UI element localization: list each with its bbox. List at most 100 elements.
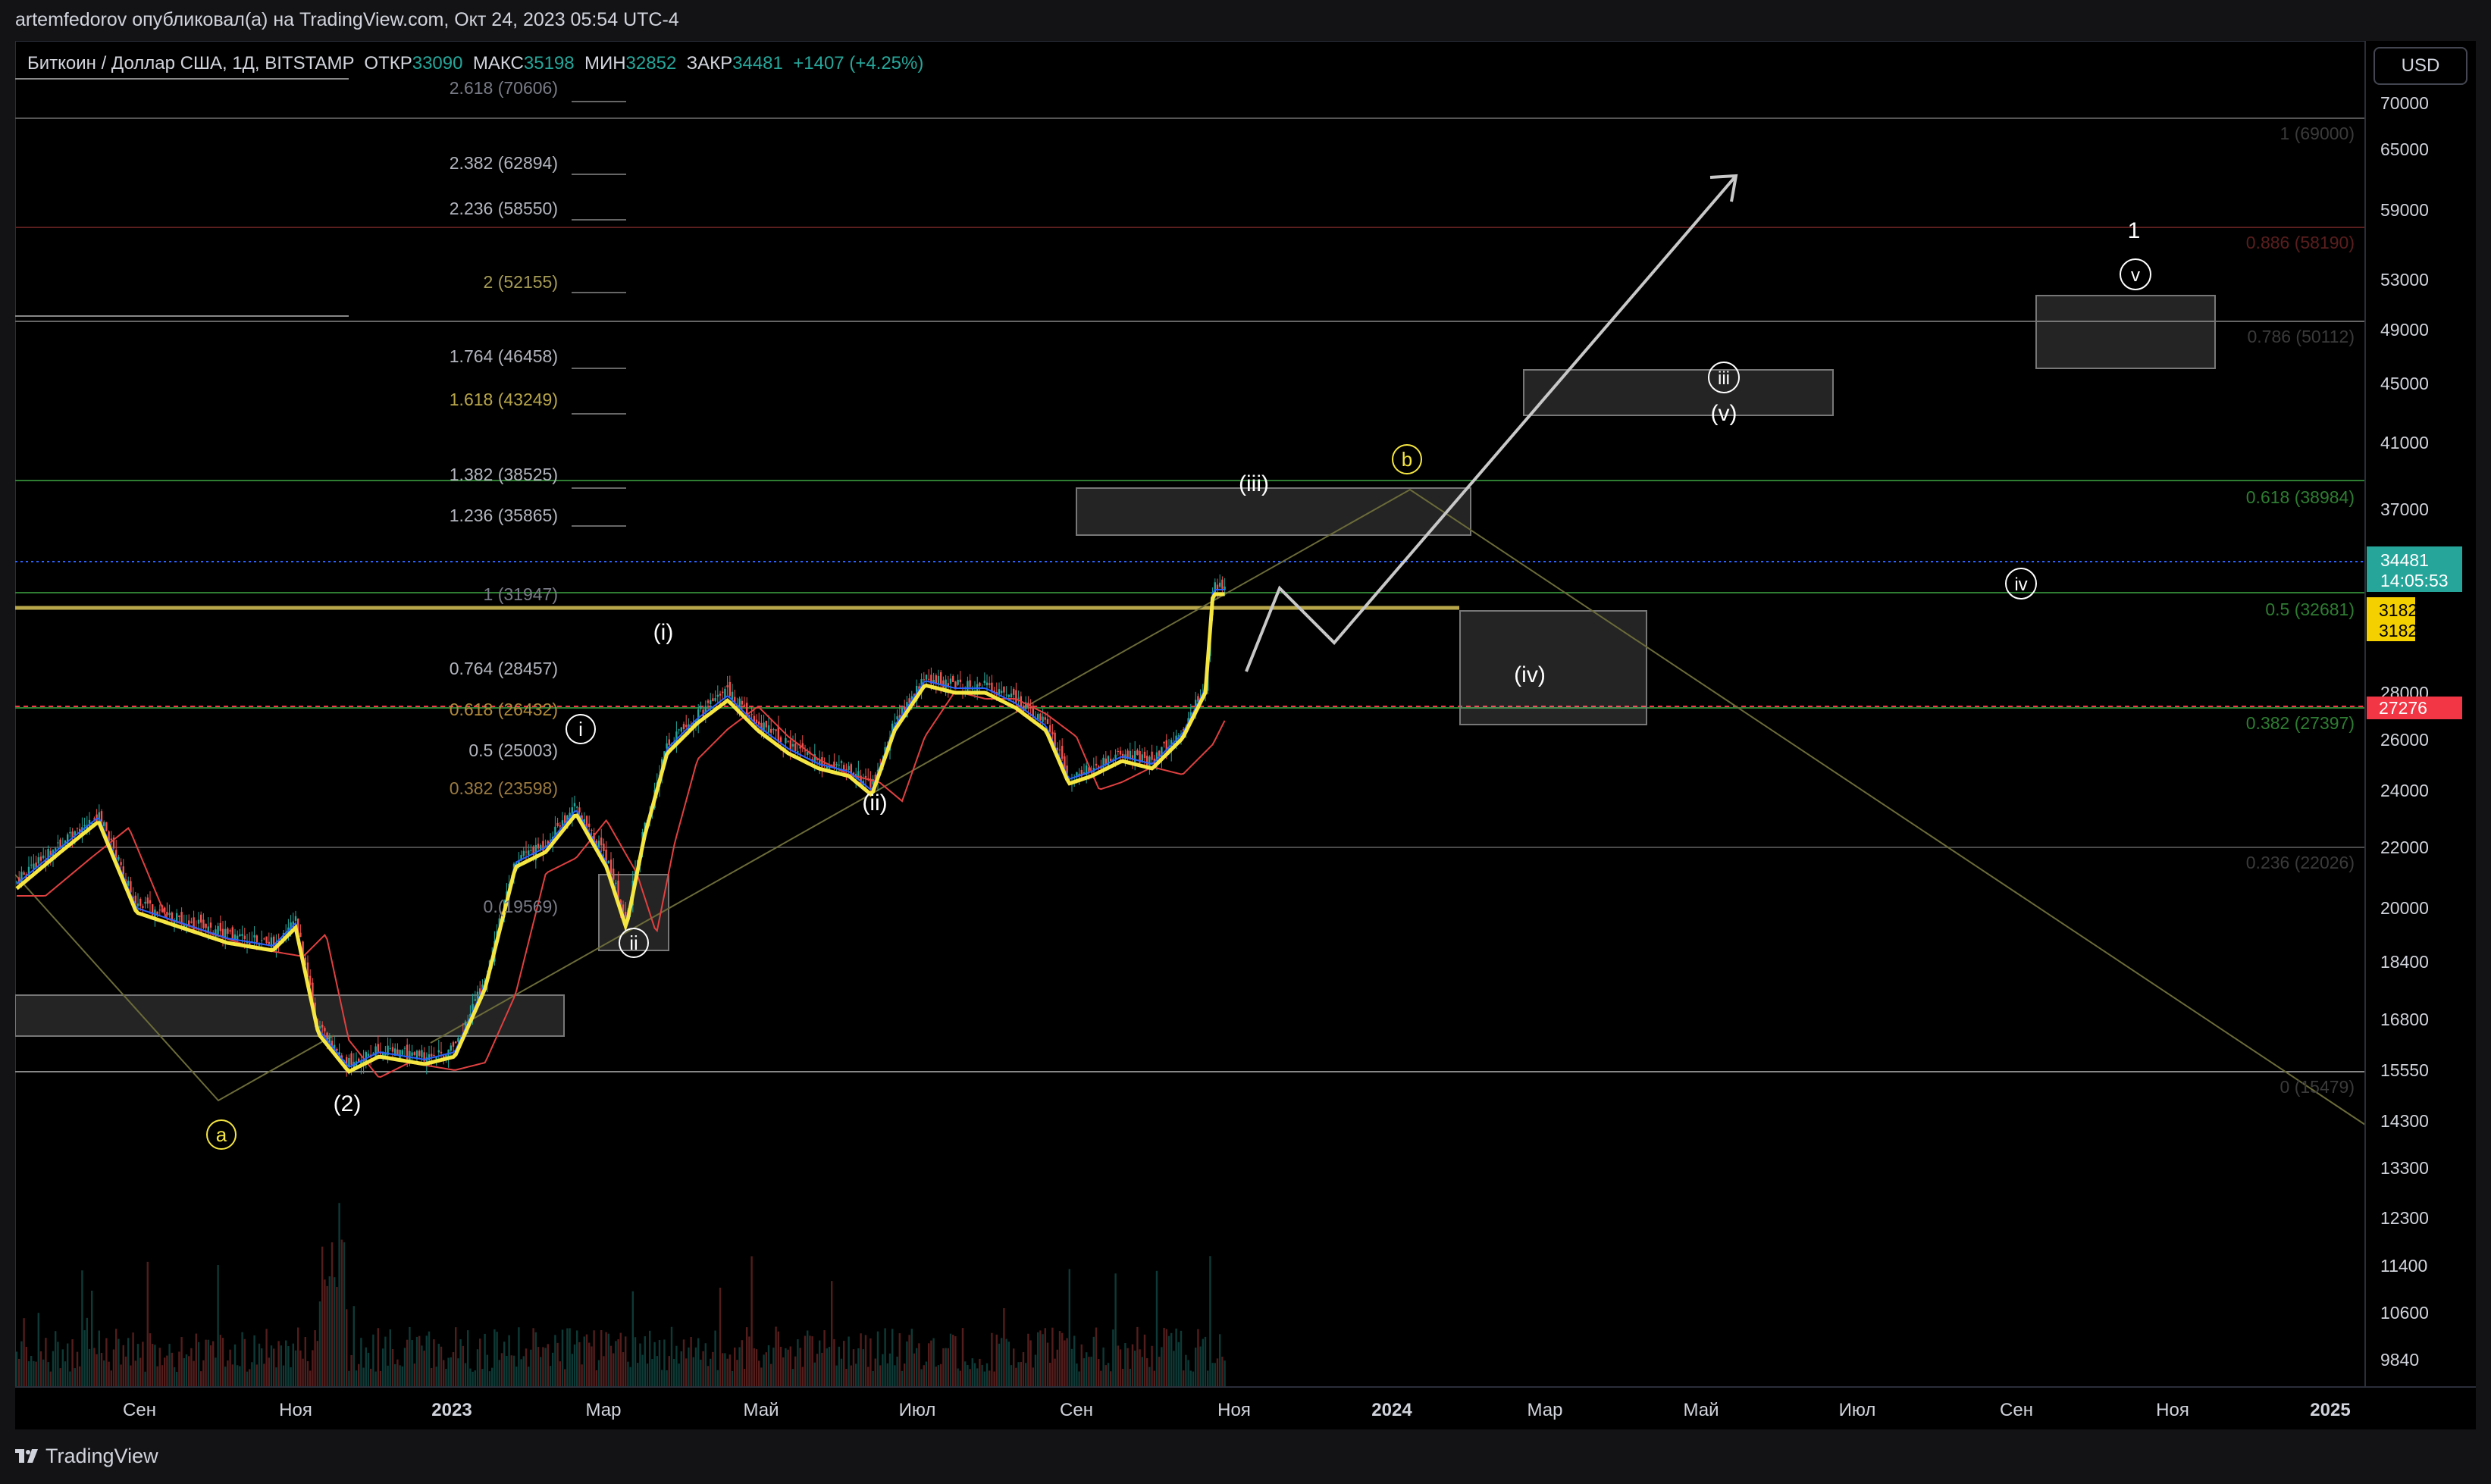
tradingview-logo[interactable]: TradingView [15,1445,158,1467]
volume-bar [350,1354,352,1387]
candle-body [530,850,532,851]
volume-bar [334,1277,336,1387]
volume-bar [613,1353,615,1387]
volume-bar [772,1348,775,1387]
fib-label: 0.5 (32681) [2265,600,2355,619]
candle-body [1117,751,1119,753]
volume-bar [1117,1345,1119,1387]
volume-bar [510,1355,512,1387]
volume-bar [704,1343,707,1387]
volume-bar [894,1365,896,1387]
candle-body [411,1052,413,1056]
volume-bar [649,1330,651,1387]
fib-label: 2.618 (70606) [450,78,558,98]
candle-body [719,693,722,696]
volume-bar [304,1336,306,1387]
volume-bar [457,1358,459,1387]
volume-bar [753,1348,755,1387]
volume-bar [287,1346,290,1387]
volume-bar [265,1329,268,1387]
price-label: 13300 [2380,1158,2429,1178]
volume-bar [908,1335,910,1387]
volume-bar [1013,1348,1015,1387]
candle-body [573,803,576,806]
top-bar: artemfedorov опубликовал(а) на TradingVi… [0,0,2491,41]
volume-bar [136,1344,139,1387]
volume-bar [273,1348,275,1387]
volume-bar [1221,1356,1224,1387]
volume-bar [591,1346,593,1387]
fib-label: 0.382 (27397) [2246,713,2355,733]
wave-iv-paren-label: (iv) [1514,662,1546,687]
volume-bar [954,1336,957,1387]
candle-body [1221,579,1224,589]
candle-body [1141,754,1143,761]
volume-bar [964,1361,967,1387]
time-axis[interactable]: Сен Ноя 2023 Мар Май Июл Сен Ноя 2024 Ма… [15,1386,2476,1429]
price-label: 26000 [2380,730,2429,750]
candle-body [707,700,710,703]
volume-bar [743,1369,746,1387]
price-axis[interactable]: 70000 65000 59000 53000 49000 45000 4100… [2364,41,2476,1429]
fib-label: 1.382 (38525) [450,465,558,484]
volume-bar [96,1354,98,1387]
time-label: Сен [1060,1400,1093,1420]
time-label: 2025 [2310,1400,2350,1420]
volume-bar [716,1370,719,1387]
volume-bar [833,1338,835,1387]
candle-body [682,724,685,729]
volume-bar [995,1334,998,1387]
volume-bar [396,1359,399,1387]
candle-body [83,825,86,827]
volume-bar [100,1352,103,1387]
time-label: Ноя [2156,1400,2189,1420]
volume-bar [797,1339,799,1387]
volume-bar [807,1330,809,1387]
candle-body [983,680,985,684]
volume-bar [229,1349,231,1387]
chart-canvas[interactable]: 2.618 (70606) 2.382 (62894) 2.236 (58550… [15,41,2476,1429]
volume-bar [164,1357,166,1387]
volume-bar [607,1333,609,1387]
volume-bar [1100,1370,1102,1387]
volume-bar [763,1354,765,1387]
volume-bar [609,1345,613,1387]
volume-bar [467,1330,469,1387]
volume-bar [103,1360,105,1387]
fib-label: 0.236 (22026) [2246,853,2355,872]
volume-bar [421,1345,423,1387]
volume-bar [1209,1256,1211,1387]
volume-bar [998,1343,1001,1387]
volume-bar [619,1332,622,1387]
volume-bar [88,1348,91,1387]
volume-bar [845,1368,848,1387]
candle-body [787,740,789,742]
volume-bar [132,1332,134,1387]
volume-bar [850,1365,852,1387]
volume-bar [910,1329,913,1387]
volume-bar [1003,1307,1005,1387]
candle-body [421,1050,423,1058]
volume-bar [494,1329,496,1387]
volume-bar [144,1371,146,1387]
currency-button[interactable]: USD [2374,47,2468,85]
volume-bar [25,1346,27,1387]
volume-bar [110,1370,112,1387]
candle-body [33,863,35,869]
candle-body [1051,731,1054,735]
candle-body [1095,763,1098,766]
volume-bar [518,1327,520,1387]
volume-bar [37,1313,39,1387]
volume-bar [595,1370,597,1387]
volume-bar [615,1341,617,1387]
candle-body [1061,746,1064,759]
volume-bar [1076,1363,1078,1387]
volume-bar [219,1335,221,1387]
volume-bar [874,1358,876,1387]
candle-body [559,825,561,827]
candle-body [1129,750,1131,759]
volume-bar [831,1281,833,1387]
target-zones[interactable] [15,295,2216,1037]
candle-body [797,751,799,753]
volume-bar [1224,1360,1226,1387]
